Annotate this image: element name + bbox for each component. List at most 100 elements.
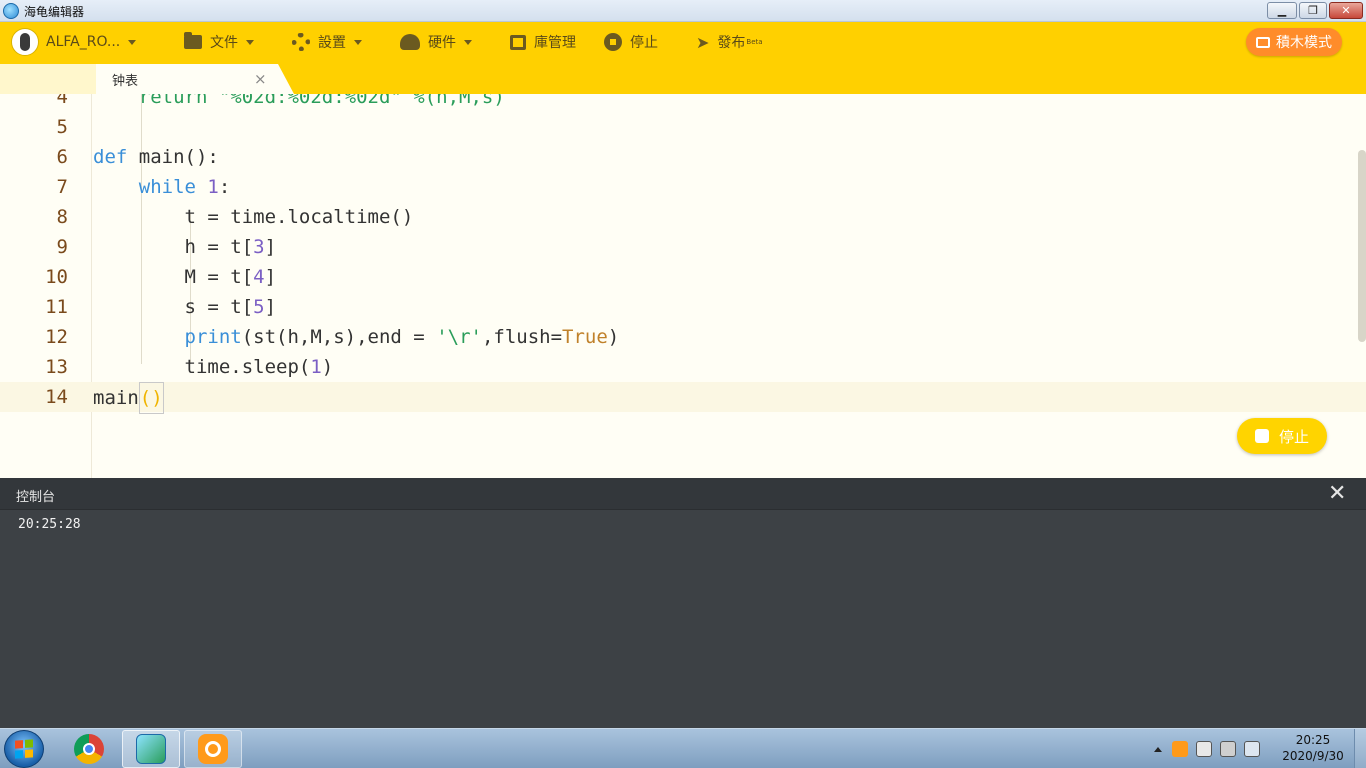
library-button-label: 庫管理 <box>534 35 576 51</box>
device-avatar-icon <box>12 29 38 55</box>
publish-button-label: 發布 <box>717 35 746 51</box>
taskbar-clock[interactable]: 20:25 2020/9/30 <box>1278 732 1348 764</box>
settings-menu[interactable]: 設置 <box>292 22 362 62</box>
blocks-icon <box>1256 36 1270 48</box>
maximize-button[interactable]: ❐ <box>1299 2 1327 19</box>
orange-app-icon <box>198 734 228 764</box>
system-tray <box>1154 729 1268 768</box>
blocks-mode-button[interactable]: 積木模式 <box>1246 28 1342 56</box>
turtle-app-icon <box>3 3 19 19</box>
windows-taskbar: 20:25 2020/9/30 <box>0 728 1366 768</box>
main-toolbar: ALFA_RO... 文件 設置 硬件 庫管理 停止 ➤ 發布 Beta 積木模… <box>0 22 1366 62</box>
network-icon[interactable] <box>1244 741 1260 757</box>
beta-badge: Beta <box>746 38 763 46</box>
device-selector[interactable]: ALFA_RO... <box>12 22 137 62</box>
library-button[interactable]: 庫管理 <box>510 22 576 62</box>
windows-logo-icon <box>15 739 33 759</box>
folder-icon <box>184 32 202 49</box>
code-line: 13 time.sleep(1) <box>0 352 1366 382</box>
code-line: 7 while 1: <box>0 172 1366 202</box>
run-stop-label: 停止 <box>1278 427 1309 446</box>
taskbar-turtle-editor[interactable] <box>122 730 180 768</box>
show-desktop-button[interactable] <box>1354 729 1366 768</box>
taskbar-chrome[interactable] <box>66 730 112 768</box>
line-number: 14 <box>45 386 68 408</box>
chrome-icon <box>74 734 104 764</box>
file-menu[interactable]: 文件 <box>184 22 254 62</box>
title-bar: 海龟编辑器 ▁ ❐ ✕ <box>0 0 1366 22</box>
code-text: return "%02d:%02d:%02d" %(h,M,s) <box>93 94 505 108</box>
line-number: 5 <box>56 116 68 138</box>
console-panel: 控制台 ✕ 20:25:28 <box>0 478 1366 728</box>
line-number: 13 <box>45 356 68 378</box>
line-number: 7 <box>56 176 68 198</box>
editor-scrollbar[interactable] <box>1358 150 1366 342</box>
console-header: 控制台 ✕ <box>0 478 1366 510</box>
code-text: main() <box>93 382 164 414</box>
code-line: 12 print(st(h,M,s),end = '\r',flush=True… <box>0 322 1366 352</box>
tab-label: 钟表 <box>112 73 139 89</box>
stop-button[interactable]: 停止 <box>604 22 658 62</box>
file-menu-label: 文件 <box>210 35 238 51</box>
volume-muted-icon[interactable] <box>1220 741 1236 757</box>
line-number: 11 <box>45 296 68 318</box>
paper-plane-icon: ➤ <box>696 32 710 52</box>
code-line: 6 def main(): <box>0 142 1366 172</box>
minimize-button[interactable]: ▁ <box>1267 2 1297 19</box>
line-number: 6 <box>56 146 68 168</box>
show-hidden-icons-icon[interactable] <box>1154 746 1162 752</box>
app-window: 海龟编辑器 ▁ ❐ ✕ ALFA_RO... 文件 設置 硬件 庫管理 停止 ➤… <box>0 0 1366 768</box>
start-button[interactable] <box>4 730 44 768</box>
line-number: 4 <box>56 94 68 108</box>
hardware-menu[interactable]: 硬件 <box>400 22 472 62</box>
inbox-icon <box>510 34 526 50</box>
line-number: 8 <box>56 206 68 228</box>
code-text: t = time.localtime() <box>93 206 414 228</box>
code-editor[interactable]: 4 return "%02d:%02d:%02d" %(h,M,s) 5 6 d… <box>0 94 1366 478</box>
console-close-icon[interactable]: ✕ <box>1328 481 1346 506</box>
code-line: 11 s = t[5] <box>0 292 1366 322</box>
settings-menu-label: 設置 <box>318 35 346 51</box>
publish-button[interactable]: ➤ 發布 Beta <box>696 22 763 62</box>
run-stop-button[interactable]: 停止 <box>1237 418 1327 454</box>
line-number: 10 <box>45 266 68 288</box>
code-text: h = t[3] <box>93 236 277 258</box>
code-line: 10 M = t[4] <box>0 262 1366 292</box>
code-line: 4 return "%02d:%02d:%02d" %(h,M,s) <box>0 94 1366 112</box>
stop-button-label: 停止 <box>630 35 658 51</box>
clock-date: 2020/9/30 <box>1282 749 1344 763</box>
stop-icon <box>604 33 622 51</box>
tab-bar: 钟表 × <box>0 62 1366 94</box>
code-text: s = t[5] <box>93 296 277 318</box>
hardware-menu-label: 硬件 <box>428 35 456 51</box>
code-line: 5 <box>0 112 1366 142</box>
clock-time: 20:25 <box>1295 733 1331 747</box>
code-text: def main(): <box>93 146 219 168</box>
chevron-down-icon <box>128 39 137 45</box>
code-text: time.sleep(1) <box>93 356 334 378</box>
stop-square-icon <box>1254 429 1269 443</box>
code-line: 8 t = time.localtime() <box>0 202 1366 232</box>
blocks-mode-label: 積木模式 <box>1276 35 1332 51</box>
gear-icon <box>292 33 310 51</box>
console-title: 控制台 <box>16 490 56 505</box>
turtle-editor-icon <box>136 734 166 764</box>
tab-clock[interactable]: 钟表 × <box>96 64 294 94</box>
turtle-icon <box>400 34 420 50</box>
taskbar-orange-app[interactable] <box>184 730 242 768</box>
chevron-down-icon <box>354 39 362 45</box>
usb-device-icon[interactable] <box>1196 741 1212 757</box>
console-output: 20:25:28 <box>18 517 81 532</box>
code-line: 9 h = t[3] <box>0 232 1366 262</box>
code-text: M = t[4] <box>93 266 277 288</box>
close-button[interactable]: ✕ <box>1329 2 1363 19</box>
tab-bar-left-filler <box>0 64 96 94</box>
line-number: 9 <box>56 236 68 258</box>
device-label: ALFA_RO... <box>46 34 121 50</box>
tab-close-icon[interactable]: × <box>254 70 267 88</box>
code-text: while 1: <box>138 176 231 198</box>
tray-app-icon[interactable] <box>1172 741 1188 757</box>
line-number: 12 <box>45 326 68 348</box>
code-text: print(st(h,M,s),end = '\r',flush=True) <box>184 326 620 348</box>
chevron-down-icon <box>464 39 472 45</box>
